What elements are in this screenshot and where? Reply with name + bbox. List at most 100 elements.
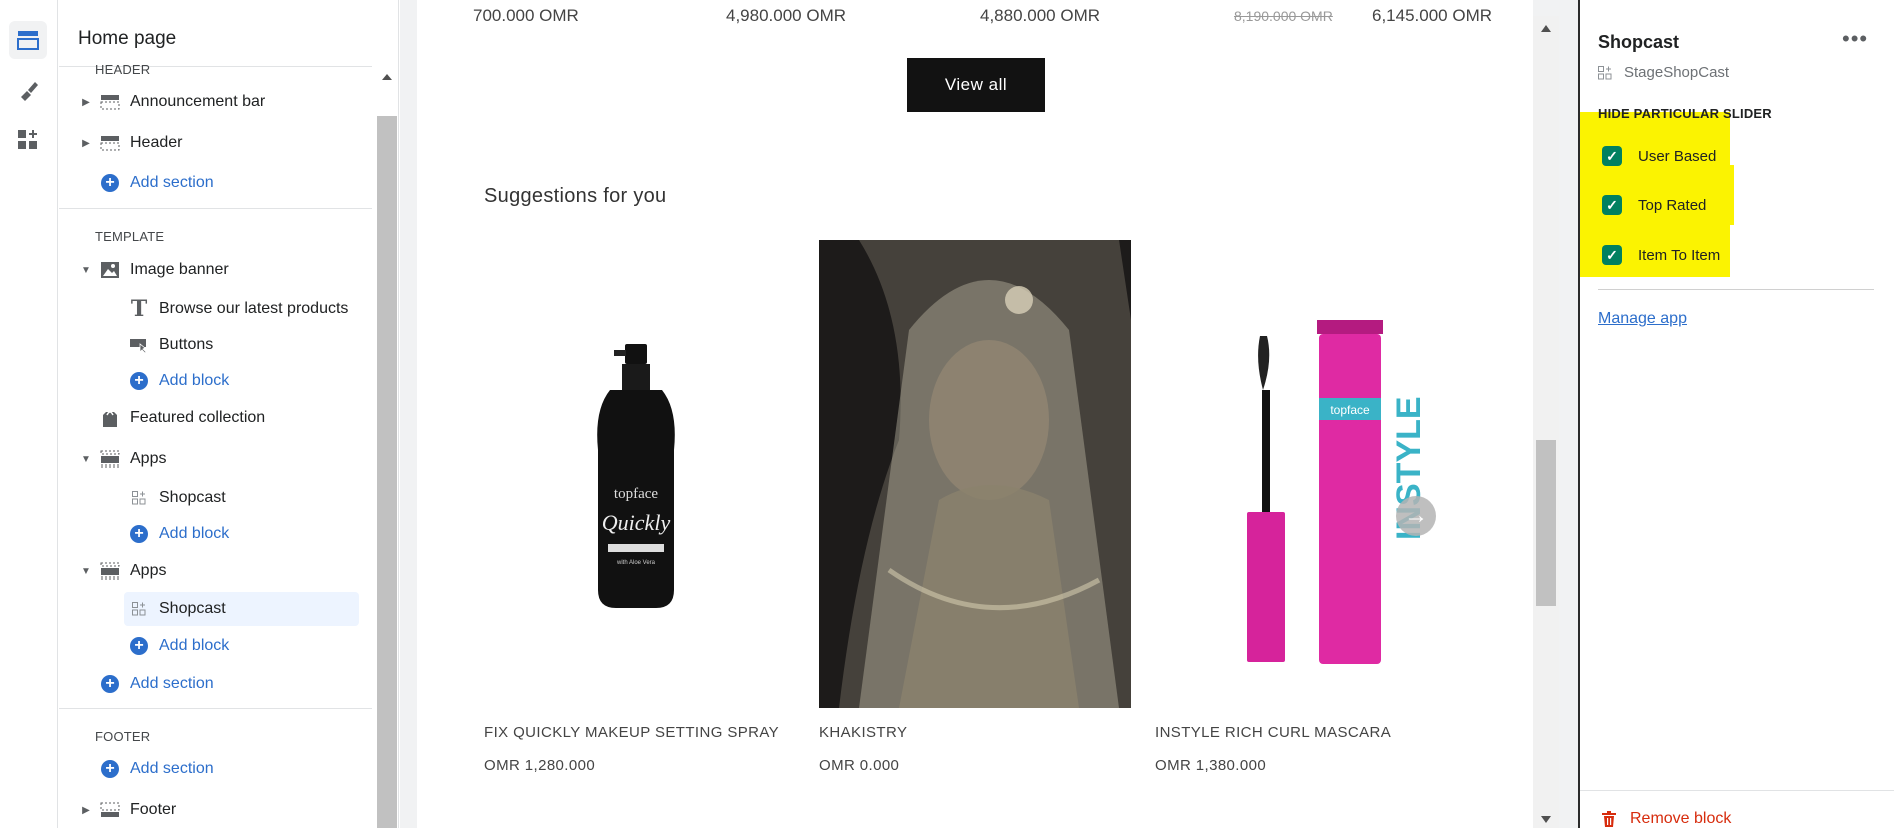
template-group-label: TEMPLATE: [95, 229, 165, 244]
product-card[interactable]: KHAKISTRY OMR 0.000: [819, 240, 1131, 774]
app-block-icon: [127, 598, 151, 620]
sidebar-item-label: Shopcast: [159, 600, 226, 617]
footer-group-label: FOOTER: [95, 729, 151, 744]
product-name[interactable]: FIX QUICKLY MAKEUP SETTING SPRAY: [484, 724, 796, 741]
add-section-template-button[interactable]: + Add section: [59, 667, 361, 701]
carousel-next-arrow-icon[interactable]: →: [1396, 496, 1436, 536]
remove-block-button[interactable]: Remove block: [1602, 810, 1731, 828]
price-text: 4,980.000 OMR: [726, 6, 847, 25]
expand-arrow-icon[interactable]: ▶: [76, 805, 96, 816]
more-options-icon[interactable]: •••: [1842, 26, 1868, 52]
sidebar-scrollbar[interactable]: [376, 66, 398, 828]
price-text: 6,145.000 OMR: [1372, 6, 1493, 25]
suggestions-heading: Suggestions for you: [484, 185, 667, 207]
expand-arrow-icon[interactable]: ▶: [76, 138, 96, 149]
svg-text:topface: topface: [1330, 403, 1370, 417]
expand-arrow-icon[interactable]: ▶: [76, 97, 96, 108]
collapse-arrow-icon[interactable]: ▼: [76, 454, 96, 465]
remove-block-label: Remove block: [1630, 810, 1732, 827]
slider-settings-heading: HIDE PARTICULAR SLIDER: [1598, 106, 1772, 121]
scrollbar-thumb[interactable]: [1536, 440, 1556, 606]
panel-title: Shopcast: [1598, 32, 1680, 52]
app-embeds-rail-button[interactable]: [9, 121, 47, 159]
theme-editor: Home page HEADER ▶ Announcement bar ▶ He…: [0, 0, 1894, 828]
checkbox-item-to-item[interactable]: ✓ Item To Item: [1602, 245, 1720, 265]
collapse-arrow-icon[interactable]: ▼: [76, 265, 96, 276]
button-icon: [127, 334, 151, 356]
shopping-bag-icon: [98, 407, 122, 429]
product-image[interactable]: [819, 240, 1131, 708]
app-name: StageShopCast: [1624, 64, 1730, 81]
add-block-label: Add block: [159, 637, 230, 654]
checkbox-label: User Based: [1638, 147, 1717, 165]
scroll-up-arrow-icon[interactable]: [382, 74, 392, 80]
sidebar-item-shopcast-selected[interactable]: Shopcast: [124, 592, 359, 626]
brush-icon: [21, 82, 38, 101]
storefront-preview: 700.000 OMR 4,980.000 OMR 4,880.000 OMR …: [417, 0, 1533, 828]
sidebar-item-shopcast[interactable]: Shopcast: [59, 481, 361, 515]
sidebar-item-label: Featured collection: [130, 409, 266, 426]
section-icon: [98, 91, 122, 113]
plus-circle-icon: +: [127, 523, 151, 545]
sidebar-item-announcement-bar[interactable]: ▶ Announcement bar: [59, 85, 361, 119]
checkbox-checked-icon[interactable]: ✓: [1602, 245, 1622, 265]
section-icon: [98, 799, 122, 821]
trash-icon: [1602, 811, 1616, 827]
app-block-icon: [1598, 65, 1612, 80]
sidebar-item-label: Apps: [130, 450, 167, 467]
sidebar-item-label: Footer: [130, 801, 177, 818]
add-block-label: Add block: [159, 372, 230, 389]
checkbox-checked-icon[interactable]: ✓: [1602, 195, 1622, 215]
product-image[interactable]: topface Quickly with Aloe Vera: [484, 240, 796, 708]
sidebar-item-apps[interactable]: ▼ Apps: [59, 442, 361, 476]
sidebar-item-image-banner[interactable]: ▼ Image banner: [59, 253, 361, 287]
header-group-label: HEADER: [95, 62, 151, 77]
scroll-up-arrow-icon[interactable]: [1541, 25, 1551, 32]
setting-spray-bottle-image: topface Quickly with Aloe Vera: [484, 240, 796, 708]
sidebar-item-header[interactable]: ▶ Header: [59, 126, 361, 160]
compare-price-text: 8,190.000 OMR: [1234, 8, 1333, 24]
add-block-button[interactable]: + Add block: [59, 517, 361, 551]
checkbox-top-rated[interactable]: ✓ Top Rated: [1602, 195, 1706, 215]
text-icon: T: [130, 296, 148, 322]
add-section-header-button[interactable]: + Add section: [59, 166, 361, 200]
scrollbar-thumb[interactable]: [377, 116, 397, 828]
manage-app-link[interactable]: Manage app: [1598, 310, 1687, 328]
plus-circle-icon: +: [127, 370, 151, 392]
checkbox-checked-icon[interactable]: ✓: [1602, 146, 1622, 166]
add-block-button[interactable]: + Add block: [59, 629, 361, 663]
plus-circle-icon: +: [98, 758, 122, 780]
sections-rail-button[interactable]: [9, 21, 47, 59]
sidebar-item-featured-collection[interactable]: Featured collection: [59, 401, 361, 435]
checkbox-label: Top Rated: [1638, 196, 1707, 214]
scroll-down-arrow-icon[interactable]: [1541, 816, 1551, 823]
mascara-image: topface INSTYLE: [1155, 240, 1467, 708]
add-block-button[interactable]: + Add block: [59, 364, 361, 398]
divider: [59, 708, 372, 709]
sidebar-item-footer[interactable]: ▶ Footer: [59, 793, 361, 827]
sidebar-item-apps[interactable]: ▼ Apps: [59, 554, 361, 588]
theme-settings-rail-button[interactable]: [9, 71, 47, 109]
product-card[interactable]: topface Quickly with Aloe Vera FIX QUICK…: [484, 240, 796, 774]
product-image[interactable]: topface INSTYLE: [1155, 240, 1467, 708]
checkbox-user-based[interactable]: ✓ User Based: [1602, 146, 1716, 166]
collapse-arrow-icon[interactable]: ▼: [76, 566, 96, 577]
product-name[interactable]: KHAKISTRY: [819, 724, 1131, 741]
sidebar-item-label: Announcement bar: [130, 93, 266, 110]
product-price: OMR 0.000: [819, 757, 900, 774]
sections-icon: [17, 31, 39, 50]
bride-veil-photo-image: [819, 240, 1131, 708]
add-section-footer-button[interactable]: + Add section: [59, 752, 361, 786]
block-settings-panel: Shopcast ••• StageShopCast HIDE PARTICUL…: [1578, 0, 1894, 828]
preview-scrollbar[interactable]: [1533, 16, 1559, 828]
svg-text:Quickly: Quickly: [602, 510, 671, 535]
checkbox-label: Item To Item: [1638, 246, 1721, 264]
sidebar-item-buttons[interactable]: Buttons: [59, 328, 361, 362]
sidebar-item-label: Shopcast: [159, 489, 226, 506]
add-section-label: Add section: [130, 760, 214, 777]
sidebar-item-label: Header: [130, 134, 183, 151]
view-all-button[interactable]: View all: [907, 58, 1045, 112]
product-name[interactable]: INSTYLE RICH CURL MASCARA: [1155, 724, 1467, 741]
sidebar-item-browse-text[interactable]: T Browse our latest products: [59, 292, 361, 326]
sidebar-item-label: Apps: [130, 562, 167, 579]
